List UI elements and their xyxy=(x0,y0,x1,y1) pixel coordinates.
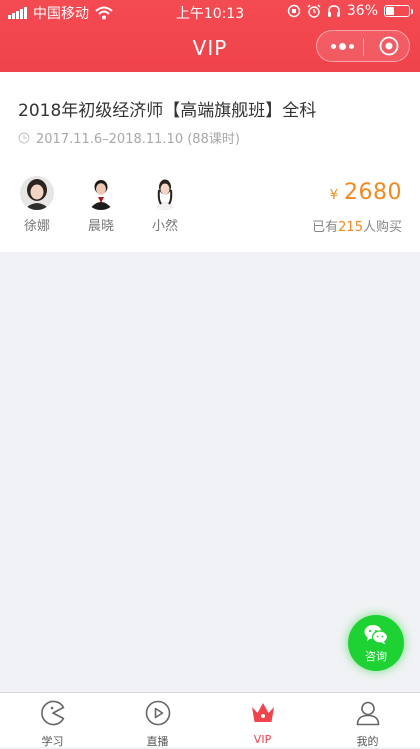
purchase-number: 215 xyxy=(338,220,363,235)
tab-mine[interactable]: 我的 xyxy=(315,693,420,748)
course-schedule: 2017.11.6–2018.11.10 (88课时) xyxy=(18,128,240,147)
price-amount: 2680 xyxy=(344,180,402,205)
tab-label: VIP xyxy=(253,733,272,746)
tab-vip[interactable]: VIP xyxy=(210,693,315,747)
consult-button[interactable]: 咨询 xyxy=(348,615,404,671)
teacher-name: 徐娜 xyxy=(23,219,50,234)
teacher-item[interactable]: 晨晓 xyxy=(82,176,120,234)
clock-icon xyxy=(18,132,30,143)
play-circle-icon xyxy=(145,700,170,726)
purchase-prefix: 已有 xyxy=(312,220,339,235)
course-card[interactable]: 2018年初级经济师【高端旗舰班】全科 2017.11.6–2018.11.10… xyxy=(0,72,420,252)
teacher-item[interactable]: 小然 xyxy=(146,176,184,234)
schedule-text: 2017.11.6–2018.11.10 (88课时) xyxy=(36,132,240,147)
tab-study[interactable]: 学习 xyxy=(0,693,105,748)
header: 中国移动 上午10:13 36% VIP xyxy=(0,0,420,72)
consult-label: 咨询 xyxy=(365,650,387,663)
headphones-icon xyxy=(327,5,340,17)
teacher-list: 徐娜 晨晓 小然 xyxy=(18,176,184,234)
close-miniprogram-button[interactable] xyxy=(379,36,399,56)
wechat-icon xyxy=(364,625,388,645)
crown-icon xyxy=(251,703,274,722)
teacher-avatar xyxy=(20,176,54,210)
tab-live[interactable]: 直播 xyxy=(105,693,210,748)
capsule-divider xyxy=(363,38,364,56)
tab-bar: 学习 直播 VIP 我的 xyxy=(0,692,420,748)
orientation-lock-icon xyxy=(287,4,301,18)
battery-icon xyxy=(384,5,413,17)
status-bar: 中国移动 上午10:13 36% xyxy=(0,0,420,24)
teacher-item[interactable]: 徐娜 xyxy=(18,176,56,234)
price: ¥ 2680 xyxy=(330,180,402,205)
battery-percent: 36% xyxy=(346,3,378,19)
mini-program-capsule xyxy=(316,30,410,62)
pacman-icon xyxy=(40,700,64,726)
teacher-avatar xyxy=(148,176,182,210)
battery-level xyxy=(386,7,394,15)
teacher-name: 晨晓 xyxy=(87,219,114,234)
alarm-icon xyxy=(307,4,321,18)
teacher-name: 小然 xyxy=(151,219,178,234)
teacher-avatar xyxy=(84,176,118,210)
purchase-count: 已有215人购买 xyxy=(312,216,402,235)
course-title: 2018年初级经济师【高端旗舰班】全科 xyxy=(18,101,317,121)
more-button[interactable] xyxy=(327,31,357,61)
user-icon xyxy=(356,701,379,726)
purchase-suffix: 人购买 xyxy=(362,220,402,235)
currency-symbol: ¥ xyxy=(329,188,338,203)
